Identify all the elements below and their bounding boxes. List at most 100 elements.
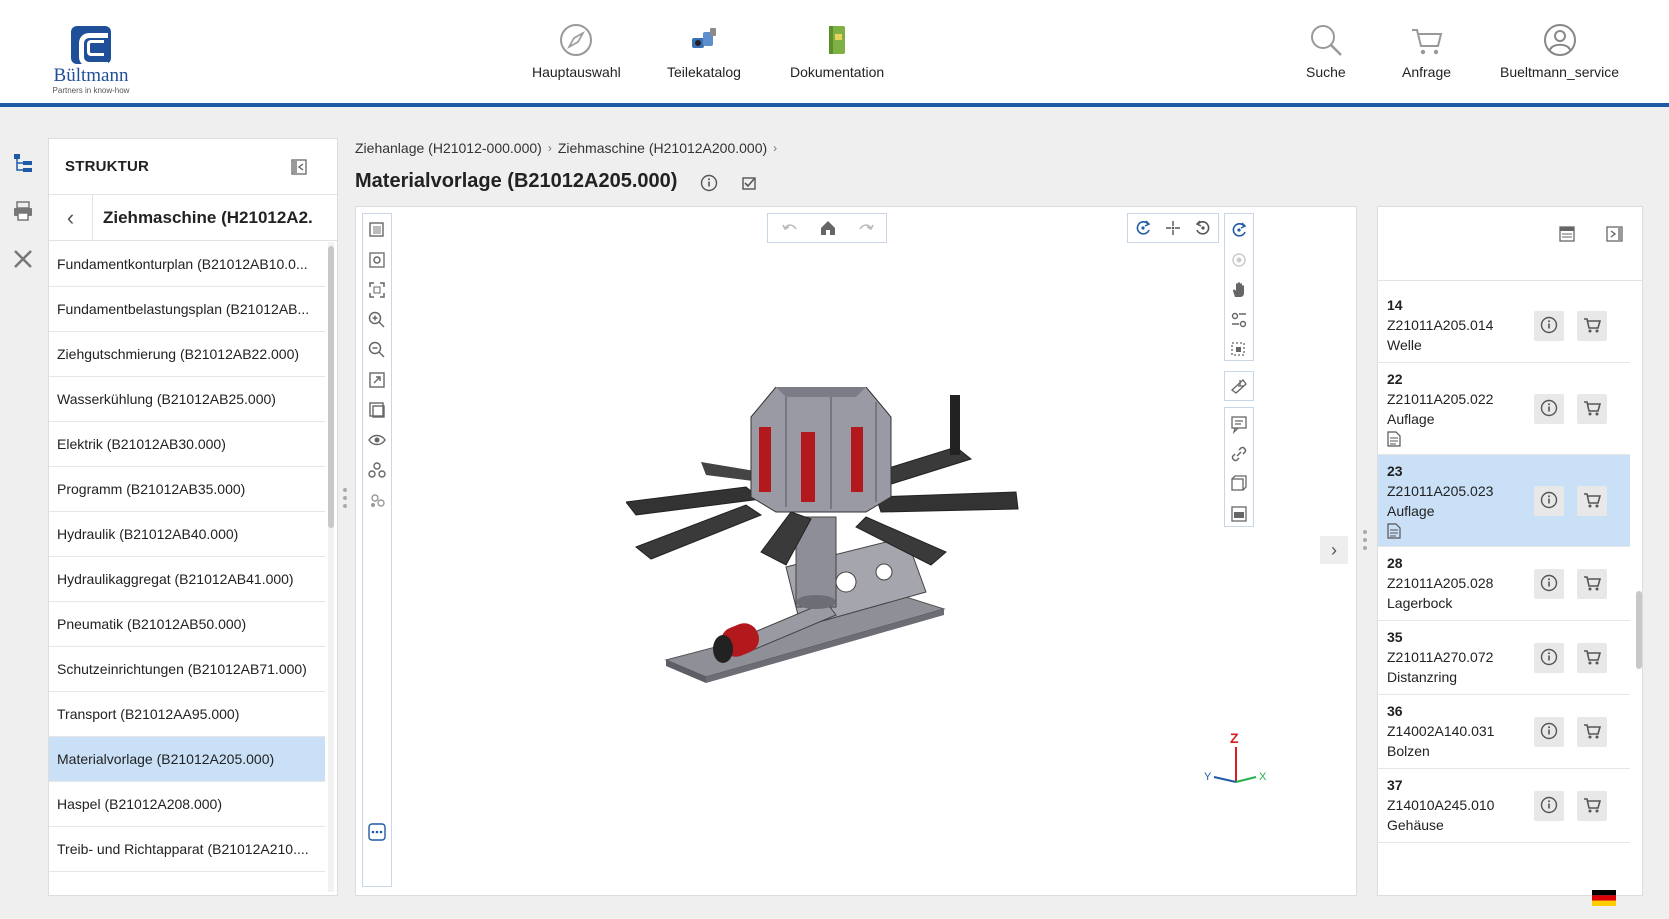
back-button[interactable]: ‹ (49, 194, 93, 241)
document-icon[interactable] (1387, 429, 1630, 450)
rotate-icon[interactable] (1133, 218, 1153, 238)
part-info-button[interactable] (1534, 791, 1564, 821)
nav-label: Teilekatalog (667, 64, 741, 80)
add-to-cart-button[interactable] (1577, 486, 1607, 516)
panel-splitter-handle[interactable] (343, 488, 347, 514)
german-flag-icon[interactable] (1592, 890, 1616, 906)
parts-list-panel: 14 Z21011A205.014 Welle 22 Z21011A205.022 Auf… (1377, 206, 1643, 896)
nav-anfrage[interactable]: Anfrage (1402, 22, 1451, 80)
viewer-measure-toolbar (1224, 371, 1254, 401)
part-row[interactable]: 37 Z14010A245.010 Gehäuse (1378, 769, 1630, 843)
target-icon[interactable] (1229, 250, 1249, 270)
structure-tree-item[interactable]: Pneumatik (B21012AB50.000) (49, 602, 325, 647)
parts-scrollbar[interactable] (1636, 281, 1642, 895)
nav-dokumentation[interactable]: Dokumentation (790, 22, 884, 80)
link-icon[interactable] (1229, 444, 1249, 464)
section-icon[interactable] (367, 400, 387, 420)
nav-teilekatalog[interactable]: Teilekatalog (667, 22, 741, 80)
structure-tree-item[interactable]: Haspel (B21012A208.000) (49, 782, 325, 827)
nav-hauptauswahl[interactable]: Hauptauswahl (532, 22, 621, 80)
checklist-icon[interactable] (740, 174, 758, 192)
nav-suche[interactable]: Suche (1306, 22, 1346, 80)
structure-panel: STRUKTUR ‹ Ziehmaschine (H21012A2... Fun… (48, 138, 338, 896)
structure-tree-item[interactable]: Hydraulik (B21012AB40.000) (49, 512, 325, 557)
info-icon (1540, 648, 1558, 669)
zoom-out-icon[interactable] (367, 340, 387, 360)
info-icon[interactable] (700, 174, 718, 192)
part-info-button[interactable] (1534, 311, 1564, 341)
fit-view-icon[interactable] (367, 280, 387, 300)
cart-icon (1583, 574, 1602, 595)
compass-icon (560, 24, 593, 56)
structure-tree-item[interactable]: Ziehgutschmierung (B21012AB22.000) (49, 332, 325, 377)
part-info-button[interactable] (1534, 486, 1564, 516)
structure-tree-item[interactable]: Fundamentbelastungsplan (B21012AB... (49, 287, 325, 332)
cart-icon (1583, 722, 1602, 743)
add-to-cart-button[interactable] (1577, 791, 1607, 821)
company-logo[interactable]: Bültmann Partners in know-how (36, 18, 146, 98)
part-row[interactable]: 23 Z21011A205.023 Auflage (1378, 455, 1630, 547)
breadcrumb-item[interactable]: Ziehmaschine (H21012A200.000) (558, 140, 767, 156)
redo-icon[interactable] (856, 218, 876, 238)
section-view-icon[interactable] (1229, 474, 1249, 494)
tree-structure-icon[interactable] (12, 152, 34, 174)
chevron-right-icon: › (1331, 539, 1337, 560)
nav-user[interactable]: Bueltmann_service (1500, 22, 1619, 80)
structure-tree-item[interactable]: Treib- und Richtapparat (B21012A210.... (49, 827, 325, 872)
structure-tree-item[interactable]: Fundamentkonturplan (B21012AB10.0... (49, 242, 325, 287)
add-to-cart-button[interactable] (1577, 311, 1607, 341)
structure-tree-item[interactable]: Elektrik (B21012AB30.000) (49, 422, 325, 467)
annotation-icon[interactable] (1229, 414, 1249, 434)
structure-tree-item[interactable]: Programm (B21012AB35.000) (49, 467, 325, 512)
box-select-icon[interactable] (1229, 340, 1249, 360)
structure-tree-item[interactable]: Wasserkühlung (B21012AB25.000) (49, 377, 325, 422)
structure-tree-item[interactable]: Schutzeinrichtungen (B21012AB71.000) (49, 647, 325, 692)
expand-panel-icon[interactable] (1606, 225, 1624, 243)
pan-hand-icon[interactable] (1229, 280, 1249, 300)
tools-icon[interactable] (12, 248, 34, 270)
structure-scrollbar[interactable] (328, 242, 334, 892)
pivot-point-icon[interactable] (1163, 218, 1183, 238)
add-to-cart-button[interactable] (1577, 569, 1607, 599)
add-to-cart-button[interactable] (1577, 643, 1607, 673)
structure-tree-item[interactable]: Transport (B21012AA95.000) (49, 692, 325, 737)
collapse-panel-icon[interactable] (291, 159, 307, 175)
measure-icon[interactable] (1229, 376, 1249, 396)
undo-icon[interactable] (780, 218, 800, 238)
part-info-button[interactable] (1534, 569, 1564, 599)
table-view-icon[interactable] (1558, 225, 1576, 243)
layers-icon[interactable] (367, 220, 387, 240)
breadcrumb-item[interactable]: Ziehanlage (H21012-000.000) (355, 140, 542, 156)
part-row[interactable]: 14 Z21011A205.014 Welle (1378, 289, 1630, 363)
home-icon[interactable] (818, 218, 838, 238)
3d-viewer[interactable]: Z Y X (355, 206, 1357, 896)
part-row[interactable]: 28 Z21011A205.028 Lagerbock (1378, 547, 1630, 621)
assembly-settings-icon[interactable] (367, 490, 387, 510)
part-row[interactable]: 35 Z21011A270.072 Distanzring (1378, 621, 1630, 695)
document-icon[interactable] (1387, 521, 1630, 542)
orbit-icon[interactable] (1229, 220, 1249, 240)
fullscreen-icon[interactable] (367, 370, 387, 390)
zoom-in-icon[interactable] (367, 310, 387, 330)
structure-tree-item[interactable]: Hydraulikaggregat (B21012AB41.000) (49, 557, 325, 602)
machine-3d-model[interactable] (626, 387, 1026, 707)
part-info-button[interactable] (1534, 643, 1564, 673)
part-row[interactable]: 36 Z14002A140.031 Bolzen (1378, 695, 1630, 769)
more-options-icon[interactable] (367, 822, 387, 842)
settings-icon[interactable] (367, 250, 387, 270)
part-row[interactable]: 22 Z21011A205.022 Auflage (1378, 363, 1630, 455)
explode-icon[interactable] (367, 460, 387, 480)
add-to-cart-button[interactable] (1577, 717, 1607, 747)
print-icon[interactable] (12, 200, 34, 222)
eye-icon[interactable] (367, 430, 387, 450)
print-view-icon[interactable] (1229, 504, 1249, 524)
axis-z-label: Z (1230, 730, 1239, 746)
next-panel-button[interactable]: › (1320, 536, 1348, 564)
transform-icon[interactable] (1229, 310, 1249, 330)
part-info-button[interactable] (1534, 717, 1564, 747)
rotate-reset-icon[interactable] (1193, 218, 1213, 238)
add-to-cart-button[interactable] (1577, 394, 1607, 424)
panel-splitter-handle-right[interactable] (1363, 530, 1367, 556)
part-info-button[interactable] (1534, 394, 1564, 424)
structure-tree-item[interactable]: Materialvorlage (B21012A205.000) (49, 737, 325, 782)
